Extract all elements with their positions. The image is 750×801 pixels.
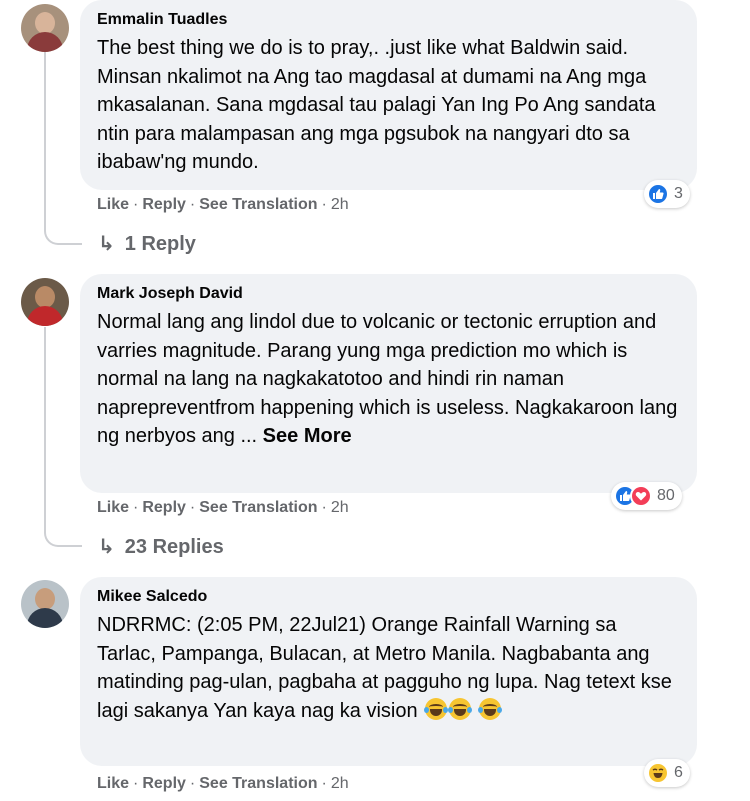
comment-timestamp[interactable]: 2h (331, 499, 349, 516)
comment-text: Normal lang ang lindol due to volcanic o… (97, 308, 679, 451)
see-translation-button[interactable]: See Translation (199, 775, 317, 792)
replies-count: 1 Reply (124, 233, 196, 255)
laughing-emoji-icon (477, 697, 502, 720)
reaction-summary[interactable]: 80 (611, 482, 682, 510)
see-translation-button[interactable]: See Translation (199, 196, 317, 213)
reply-arrow-icon: ↳ (98, 536, 115, 558)
like-icon (647, 183, 669, 205)
comment-author[interactable]: Mikee Salcedo (97, 587, 679, 607)
replies-count: 23 Replies (124, 536, 224, 558)
comment-text: NDRRMC: (2:05 PM, 22Jul21) Orange Rainfa… (97, 611, 679, 725)
avatar[interactable] (21, 278, 69, 326)
reaction-count: 3 (674, 185, 683, 202)
reply-button[interactable]: Reply (142, 775, 186, 792)
reaction-summary[interactable]: 3 (644, 180, 690, 208)
like-button[interactable]: Like (97, 775, 129, 792)
comment-bubble: Mark Joseph David Normal lang ang lindol… (80, 274, 697, 493)
laughing-emoji-icon (424, 697, 449, 720)
comment-text: The best thing we do is to pray,. .just … (97, 37, 656, 174)
thread-line (44, 327, 82, 547)
comment-actions: Like · Reply · See Translation · 2h (97, 499, 349, 516)
comment-timestamp[interactable]: 2h (331, 775, 349, 792)
comment-text-body: NDRRMC: (2:05 PM, 22Jul21) Orange Rainfa… (97, 614, 672, 722)
reaction-count: 6 (674, 764, 683, 781)
view-replies-button[interactable]: ↳ 1 Reply (98, 232, 196, 256)
comment-author[interactable]: Mark Joseph David (97, 284, 679, 304)
comment-actions: Like · Reply · See Translation · 2h (97, 775, 349, 792)
see-translation-button[interactable]: See Translation (199, 499, 317, 516)
see-more-link[interactable]: See More (263, 425, 352, 447)
avatar[interactable] (21, 580, 69, 628)
laughing-emoji-icon (448, 697, 473, 720)
avatar[interactable] (21, 4, 69, 52)
thread-line (44, 52, 82, 245)
like-button[interactable]: Like (97, 499, 129, 516)
reaction-summary[interactable]: 6 (644, 759, 690, 787)
reaction-count: 80 (657, 487, 675, 504)
reply-button[interactable]: Reply (142, 499, 186, 516)
view-replies-button[interactable]: ↳ 23 Replies (98, 535, 224, 559)
love-icon (630, 485, 652, 507)
comment-bubble: Emmalin Tuadles The best thing we do is … (80, 0, 697, 190)
haha-icon (647, 762, 669, 784)
comment-actions: Like · Reply · See Translation · 2h (97, 196, 349, 213)
comment-author[interactable]: Emmalin Tuadles (97, 10, 679, 30)
reply-button[interactable]: Reply (142, 196, 186, 213)
reply-arrow-icon: ↳ (98, 233, 115, 255)
comment-bubble: Mikee Salcedo NDRRMC: (2:05 PM, 22Jul21)… (80, 577, 697, 766)
like-button[interactable]: Like (97, 196, 129, 213)
comment-text-body: Normal lang ang lindol due to volcanic o… (97, 311, 678, 448)
comment-timestamp[interactable]: 2h (331, 196, 349, 213)
